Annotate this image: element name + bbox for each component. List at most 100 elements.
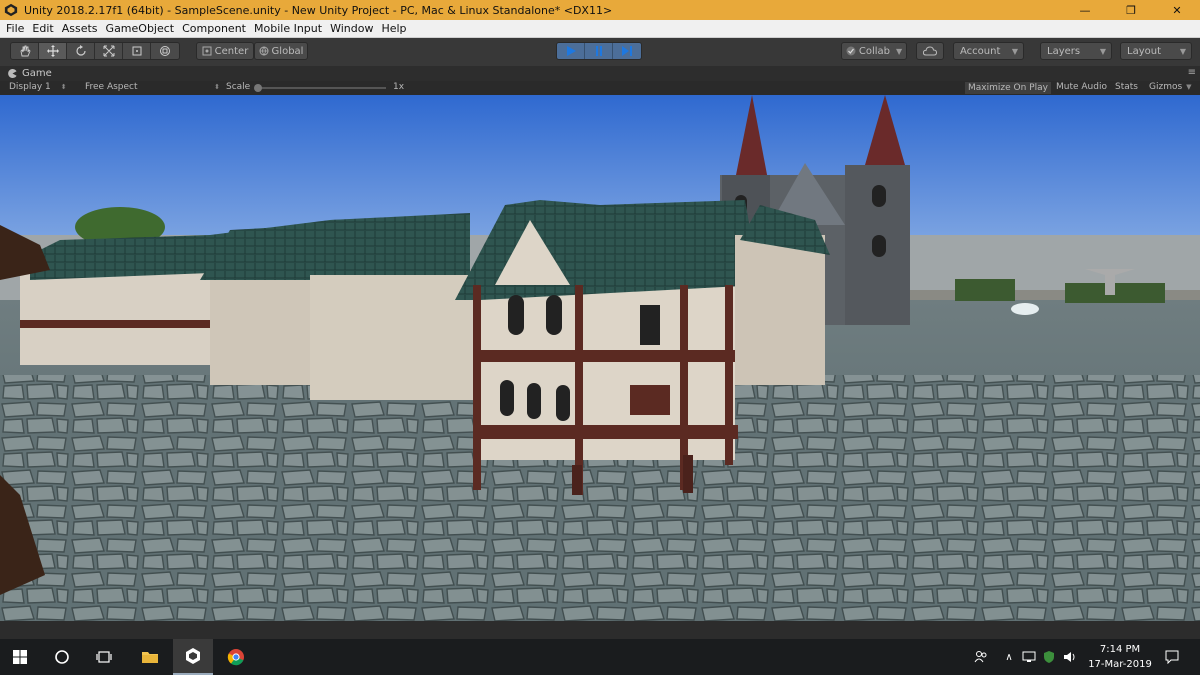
stats-toggle[interactable]: Stats bbox=[1115, 82, 1138, 92]
layers-label: Layers bbox=[1047, 45, 1081, 57]
menu-component[interactable]: Component bbox=[180, 22, 252, 35]
chevron-down-icon: ▼ bbox=[1099, 46, 1106, 56]
search-button[interactable] bbox=[42, 639, 82, 675]
show-hidden-icons-button[interactable]: ∧ bbox=[1000, 639, 1018, 675]
menu-gameobject[interactable]: GameObject bbox=[104, 22, 181, 35]
window-title: Unity 2018.2.17f1 (64bit) - SampleScene.… bbox=[24, 3, 613, 17]
transform-tool-button[interactable] bbox=[151, 43, 179, 59]
hand-icon bbox=[20, 45, 31, 57]
display-label: Display 1 bbox=[9, 82, 51, 92]
cloud-icon bbox=[923, 46, 937, 56]
chrome-taskbar-button[interactable] bbox=[216, 639, 256, 675]
pause-button[interactable] bbox=[585, 43, 613, 59]
menu-bar: File Edit Assets GameObject Component Mo… bbox=[0, 20, 1200, 38]
unity-taskbar-button[interactable] bbox=[173, 639, 213, 675]
aspect-label: Free Aspect bbox=[85, 82, 138, 92]
display-dropdown[interactable]: Display 1 ⬍ bbox=[9, 82, 67, 92]
task-view-button[interactable] bbox=[84, 639, 124, 675]
play-button[interactable] bbox=[557, 43, 585, 59]
pivot-label: Center bbox=[214, 45, 249, 57]
cortana-circle-icon bbox=[55, 650, 69, 664]
collab-label: Collab bbox=[858, 45, 890, 57]
network-icon bbox=[1022, 651, 1036, 662]
unity-icon bbox=[4, 3, 18, 17]
people-button[interactable] bbox=[970, 639, 992, 675]
move-arrows-icon bbox=[46, 45, 59, 57]
game-panel-header: Game ≡ bbox=[0, 66, 1200, 81]
windows-logo-icon bbox=[13, 650, 27, 664]
unity-icon bbox=[186, 648, 200, 664]
task-view-icon bbox=[96, 651, 112, 663]
move-tool-button[interactable] bbox=[39, 43, 67, 59]
pivot-toggle-button[interactable]: Center bbox=[196, 42, 254, 60]
collab-dropdown[interactable]: Collab ▼ bbox=[841, 42, 907, 60]
scale-icon bbox=[103, 45, 114, 57]
game-scene-render bbox=[0, 95, 1200, 621]
account-label: Account bbox=[960, 45, 1001, 57]
game-tab-label: Game bbox=[22, 68, 52, 79]
cloud-services-button[interactable] bbox=[916, 42, 944, 60]
scale-tool-button[interactable] bbox=[95, 43, 123, 59]
network-status[interactable] bbox=[1020, 639, 1038, 675]
space-label: Global bbox=[271, 45, 304, 57]
menu-help[interactable]: Help bbox=[379, 22, 412, 35]
game-tab[interactable]: Game bbox=[0, 68, 52, 79]
gizmos-dropdown[interactable]: Gizmos ▼ bbox=[1149, 82, 1192, 92]
game-viewport-bottom-bar bbox=[0, 621, 1200, 639]
volume-control[interactable] bbox=[1060, 639, 1080, 675]
start-button[interactable] bbox=[0, 639, 40, 675]
chevron-updown-icon: ⬍ bbox=[60, 83, 67, 91]
globe-icon bbox=[259, 46, 269, 56]
clock-date: 17-Mar-2019 bbox=[1088, 659, 1152, 670]
maximize-on-play-toggle[interactable]: Maximize On Play bbox=[965, 82, 1051, 94]
minimize-button[interactable]: — bbox=[1062, 0, 1108, 20]
rotate-tool-button[interactable] bbox=[67, 43, 95, 59]
folder-icon bbox=[142, 652, 158, 663]
layers-dropdown[interactable]: Layers ▼ bbox=[1040, 42, 1112, 60]
transform-gizmo-icon bbox=[160, 46, 170, 56]
pause-icon bbox=[595, 46, 602, 56]
pivot-center-icon bbox=[202, 46, 212, 56]
transform-tools bbox=[10, 42, 180, 60]
layout-dropdown[interactable]: Layout ▼ bbox=[1120, 42, 1192, 60]
notification-icon bbox=[1165, 650, 1179, 664]
speaker-icon bbox=[1064, 652, 1075, 662]
gizmos-label: Gizmos bbox=[1149, 82, 1183, 92]
clock-time: 7:14 PM bbox=[1099, 644, 1141, 655]
account-dropdown[interactable]: Account ▼ bbox=[953, 42, 1024, 60]
pacman-icon bbox=[8, 69, 17, 78]
space-toggle-button[interactable]: Global bbox=[254, 42, 308, 60]
chevron-updown-icon: ⬍ bbox=[214, 83, 220, 91]
menu-edit[interactable]: Edit bbox=[30, 22, 59, 35]
rect-tool-button[interactable] bbox=[123, 43, 151, 59]
scale-slider-track[interactable] bbox=[256, 87, 386, 89]
panel-menu-icon[interactable]: ≡ bbox=[1188, 67, 1196, 78]
play-icon bbox=[566, 46, 576, 56]
maximize-button[interactable]: ❐ bbox=[1108, 0, 1154, 20]
action-center-button[interactable] bbox=[1160, 639, 1184, 675]
menu-file[interactable]: File bbox=[4, 22, 30, 35]
game-viewport[interactable] bbox=[0, 95, 1200, 621]
aspect-dropdown[interactable]: Free Aspect ⬍ bbox=[85, 82, 220, 92]
chrome-icon bbox=[227, 649, 244, 666]
rotate-icon bbox=[75, 45, 86, 56]
menu-mobile-input[interactable]: Mobile Input bbox=[252, 22, 328, 35]
scale-slider-handle[interactable] bbox=[254, 84, 262, 92]
taskbar-clock[interactable]: 7:14 PM 17-Mar-2019 bbox=[1084, 642, 1156, 672]
chevron-down-icon: ▼ bbox=[1179, 46, 1186, 56]
title-bar: Unity 2018.2.17f1 (64bit) - SampleScene.… bbox=[0, 0, 1200, 20]
security-status[interactable] bbox=[1040, 639, 1058, 675]
menu-window[interactable]: Window bbox=[328, 22, 379, 35]
hand-tool-button[interactable] bbox=[11, 43, 39, 59]
mute-audio-toggle[interactable]: Mute Audio bbox=[1056, 82, 1107, 92]
layout-label: Layout bbox=[1127, 45, 1161, 57]
scale-label: Scale bbox=[226, 82, 251, 92]
main-house bbox=[455, 200, 760, 495]
chevron-up-icon: ∧ bbox=[1005, 651, 1013, 663]
menu-assets[interactable]: Assets bbox=[60, 22, 104, 35]
step-button[interactable] bbox=[613, 43, 641, 59]
chevron-down-icon: ▼ bbox=[1011, 46, 1018, 56]
close-button[interactable]: ✕ bbox=[1154, 0, 1200, 20]
windows-taskbar: ∧ 7:14 PM 17-Mar-2019 bbox=[0, 639, 1200, 675]
file-explorer-button[interactable] bbox=[130, 639, 170, 675]
